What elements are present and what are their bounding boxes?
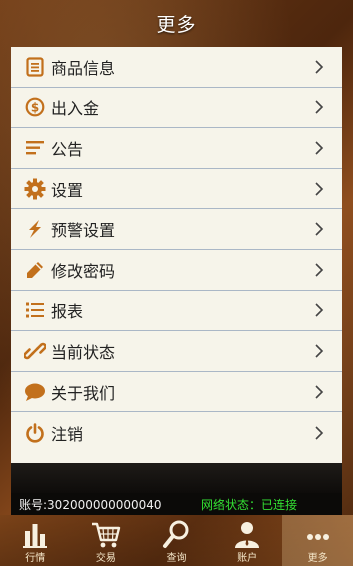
magnifier-icon	[163, 520, 189, 548]
menu-item-label: 当前状态	[51, 342, 116, 362]
pencil-icon	[24, 259, 46, 281]
tab-label: 查询	[166, 553, 187, 564]
svg-text:$: $	[31, 101, 39, 115]
chevron-right-icon	[315, 182, 324, 196]
tab-label: 行情	[25, 553, 46, 564]
menu-item-label: 报表	[51, 302, 84, 322]
bullet-list-icon	[24, 299, 46, 321]
power-icon	[24, 422, 46, 444]
menu-item-alert-settings[interactable]: 预警设置	[11, 209, 342, 250]
tab-label: 交易	[95, 553, 116, 564]
menu-item-label: 注销	[51, 424, 84, 444]
chevron-right-icon	[315, 384, 324, 399]
dollar-coin-icon: $	[24, 96, 46, 118]
tab-query[interactable]: 查询	[141, 515, 212, 566]
menu-item-label: 出入金	[51, 99, 100, 119]
tab-trade[interactable]: 交易	[71, 515, 142, 566]
menu-item-settings[interactable]: 设置	[11, 169, 342, 210]
more-dots-icon	[306, 534, 329, 540]
title-bar: 更多	[0, 0, 353, 47]
more-menu: 商品信息 $ 出入金 公告 设置 预警设置 修改密码 报表 当前状态 关于我们 …	[11, 47, 342, 463]
menu-item-label: 预警设置	[51, 221, 116, 241]
menu-item-deposit-withdraw[interactable]: $ 出入金	[11, 88, 342, 129]
chevron-right-icon	[315, 222, 324, 236]
chevron-right-icon	[315, 263, 324, 277]
chevron-right-icon	[315, 141, 324, 155]
tab-quotes[interactable]: 行情	[0, 515, 71, 566]
menu-item-current-status[interactable]: 当前状态	[11, 331, 342, 372]
tab-label: 账户	[237, 553, 258, 564]
menu-item-product-info[interactable]: 商品信息	[11, 47, 342, 88]
chevron-right-icon	[315, 426, 324, 440]
menu-item-about-us[interactable]: 关于我们	[11, 372, 342, 413]
chevron-right-icon	[315, 100, 324, 114]
gear-icon	[24, 178, 46, 200]
document-icon	[24, 56, 46, 78]
chevron-right-icon	[315, 60, 324, 74]
chevron-right-icon	[315, 344, 324, 358]
chat-bubble-icon	[24, 381, 46, 403]
shopping-cart-icon	[91, 522, 121, 548]
bottom-tab-bar: 行情 交易 查询 账户 更多	[0, 515, 353, 566]
network-status: 网络状态：已连接	[201, 497, 298, 512]
menu-item-change-password[interactable]: 修改密码	[11, 250, 342, 291]
menu-item-reports[interactable]: 报表	[11, 291, 342, 332]
menu-item-label: 设置	[51, 180, 84, 200]
menu-item-announcement[interactable]: 公告	[11, 128, 342, 169]
lightning-icon	[24, 218, 46, 240]
content-background	[11, 463, 342, 493]
user-icon	[235, 522, 260, 548]
menu-item-label: 修改密码	[51, 261, 116, 281]
menu-item-logout[interactable]: 注销	[11, 412, 342, 453]
status-bar: 账号:302000000000040 网络状态：已连接	[11, 493, 342, 515]
account-number: 账号:302000000000040	[19, 497, 162, 512]
link-icon	[24, 340, 46, 362]
chevron-right-icon	[315, 303, 324, 317]
menu-item-label: 商品信息	[51, 58, 116, 78]
page-title: 更多	[156, 14, 197, 36]
bar-chart-icon	[23, 524, 48, 548]
tab-account[interactable]: 账户	[212, 515, 283, 566]
more-screen: 更多 商品信息 $ 出入金 公告 设置 预警设置 修改密码 报表 当前状态 关于…	[0, 0, 353, 566]
menu-item-label: 公告	[51, 139, 84, 159]
list-lines-icon	[24, 137, 46, 159]
tab-label: 更多	[307, 553, 328, 564]
tab-more[interactable]: 更多	[282, 515, 353, 566]
menu-item-label: 关于我们	[51, 383, 116, 403]
